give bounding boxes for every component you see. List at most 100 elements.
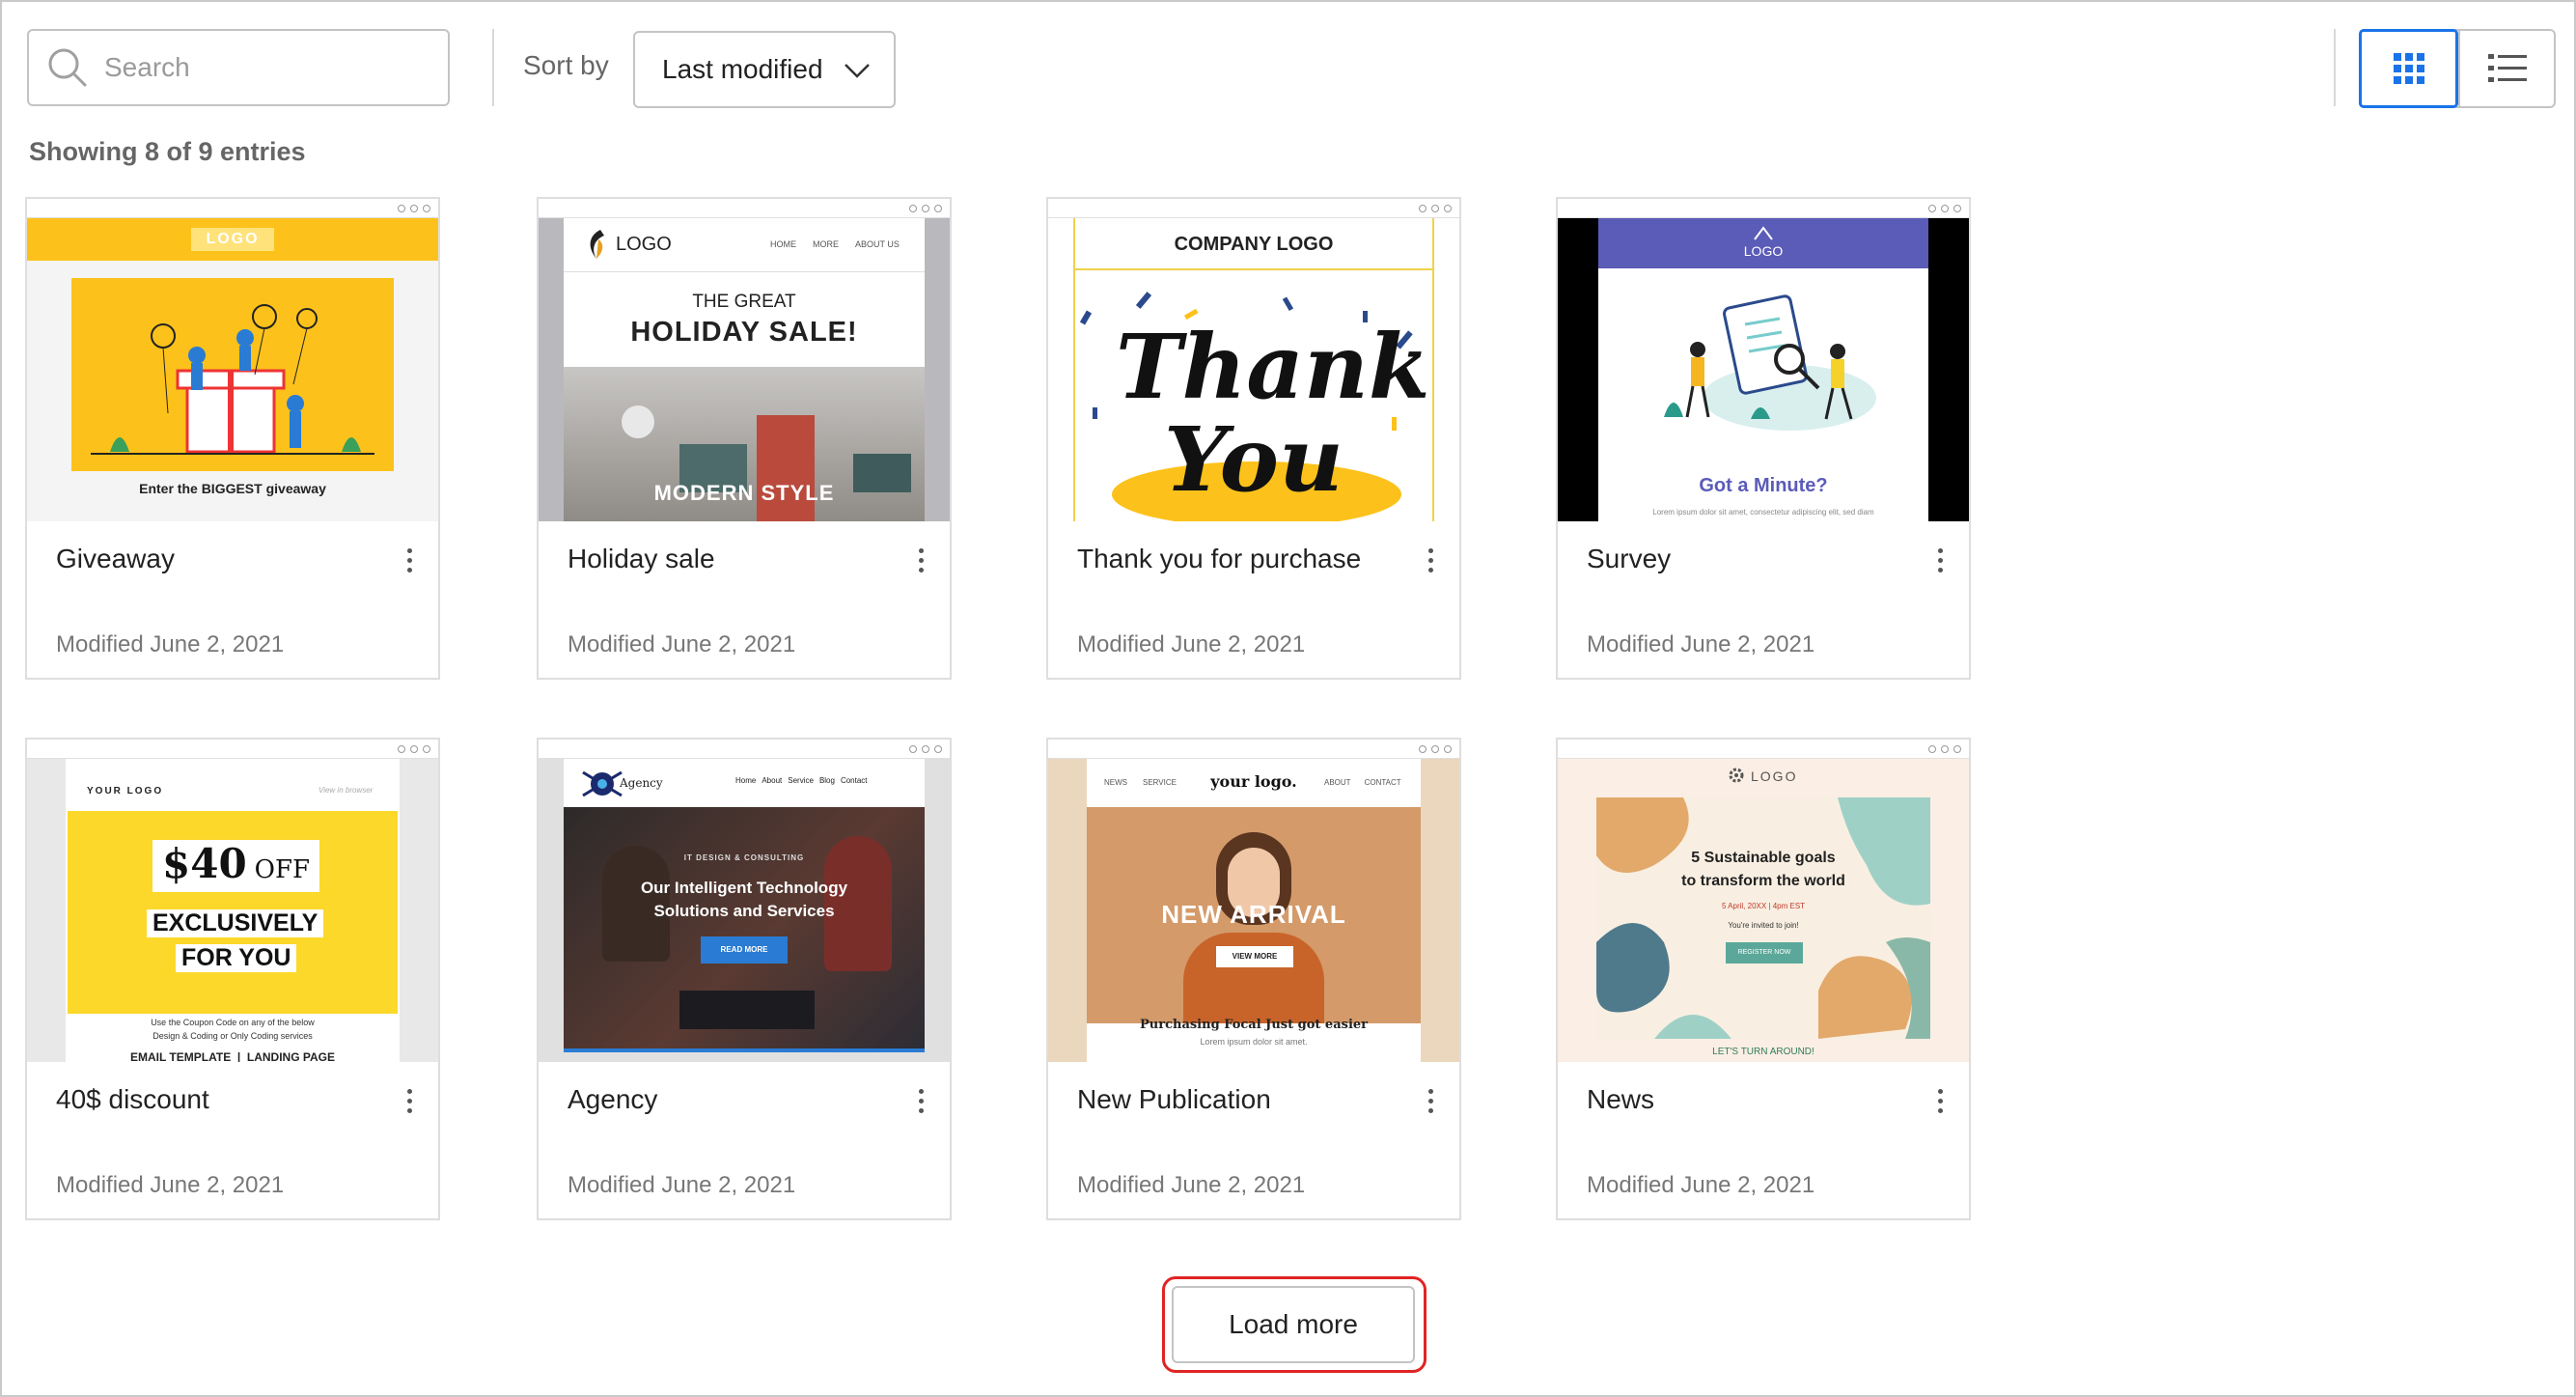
card-title[interactable]: Thank you for purchase xyxy=(1077,544,1361,574)
template-thumbnail[interactable]: Agency Home About Service Blog Contact I… xyxy=(539,740,950,1062)
preview-headline: NEW ARRIVAL xyxy=(1161,900,1346,929)
list-icon xyxy=(2487,54,2527,82)
preview-date: 5 April, 20XX | 4pm EST xyxy=(1721,902,1806,910)
preview-nav-item: Service xyxy=(788,776,814,785)
preview-line2: HOLIDAY SALE! xyxy=(630,317,858,348)
card-menu-icon[interactable] xyxy=(398,1079,421,1122)
template-thumbnail[interactable]: LOGO HOME MORE ABOUT US THE GREAT HOLIDA… xyxy=(539,199,950,521)
preview-nav-item: Contact xyxy=(840,776,868,785)
template-card[interactable]: LOGO Enter the BIGGEST giveaway Giveaway… xyxy=(25,197,440,680)
card-title[interactable]: News xyxy=(1587,1084,1654,1115)
sort-dropdown[interactable]: Last modified xyxy=(633,31,896,108)
preview-nav-item: CONTACT xyxy=(1364,778,1401,787)
card-title[interactable]: 40$ discount xyxy=(56,1084,209,1115)
template-card[interactable]: COMPANY LOGO Thank You Thank you for pur… xyxy=(1046,197,1461,680)
card-modified-date: Modified June 2, 2021 xyxy=(56,631,285,657)
app-frame: Sort by Last modified xyxy=(0,0,2576,1397)
preview-cta: READ MORE xyxy=(701,936,788,964)
preview-body: Lorem ipsum dolor sit amet, consectetur … xyxy=(1652,508,1874,517)
preview-nav-more: MORE xyxy=(813,239,839,249)
card-menu-icon[interactable] xyxy=(909,1079,932,1122)
template-thumbnail[interactable]: NEWS SERVICE your logo. ABOUT CONTACT NE… xyxy=(1048,740,1459,1062)
list-view-button[interactable] xyxy=(2458,31,2554,106)
template-thumbnail[interactable]: LOGO Enter the BIGGEST giveaway xyxy=(27,199,438,521)
template-thumbnail[interactable]: LOGO 5 Sustainable goals to transform th… xyxy=(1558,740,1969,1062)
preview-hero xyxy=(71,278,394,471)
template-thumbnail[interactable]: YOUR LOGO View in browser $40 OFF EXCLUS… xyxy=(27,740,438,1062)
preview-word-thank: Thank xyxy=(1116,315,1430,419)
preview-headline: Got a Minute? xyxy=(1699,475,1828,496)
card-title[interactable]: Giveaway xyxy=(56,544,175,574)
preview-banner: MODERN STYLE xyxy=(653,481,835,505)
preview-line1: Our Intelligent Technology xyxy=(640,879,848,897)
grid-view-button[interactable] xyxy=(2359,29,2458,108)
preview-nav: Home About Service Blog Contact xyxy=(735,776,868,785)
template-thumbnail[interactable]: LOGO Got a Minute? Lorem ipsum dolor sit… xyxy=(1558,199,1969,521)
card-title[interactable]: Survey xyxy=(1587,544,1671,574)
preview-logo: LOGO xyxy=(1743,243,1784,259)
card-menu-icon[interactable] xyxy=(909,539,932,581)
search-box[interactable] xyxy=(27,29,450,106)
card-modified-date: Modified June 2, 2021 xyxy=(1587,631,1815,657)
preview-invite: You're invited to join! xyxy=(1728,921,1799,930)
preview-body2: Design & Coding or Only Coding services xyxy=(152,1031,313,1041)
preview-line2: Solutions and Services xyxy=(653,902,835,920)
card-modified-date: Modified June 2, 2021 xyxy=(568,1172,796,1198)
preview-footer: EMAIL TEMPLATE | LANDING PAGE xyxy=(129,1050,336,1062)
window-dots-icon xyxy=(1928,745,1961,753)
card-menu-icon[interactable] xyxy=(1928,539,1952,581)
preview-cta: VIEW MORE xyxy=(1216,946,1293,967)
card-modified-date: Modified June 2, 2021 xyxy=(1077,631,1306,657)
preview-line1: THE GREAT xyxy=(692,292,796,312)
toolbar-divider xyxy=(492,29,494,106)
preview-line1: 5 Sustainable goals xyxy=(1691,850,1836,866)
card-title[interactable]: Agency xyxy=(568,1084,657,1115)
card-menu-icon[interactable] xyxy=(1419,539,1442,581)
entries-count: Showing 8 of 9 entries xyxy=(29,137,306,166)
preview-window-bar xyxy=(539,740,950,759)
window-dots-icon xyxy=(1928,205,1961,212)
sort-value: Last modified xyxy=(662,54,823,84)
preview-logo: LOGO xyxy=(191,228,274,251)
view-toggle xyxy=(2359,29,2556,108)
preview-nav-about: ABOUT US xyxy=(855,239,900,249)
logo-triangle-icon xyxy=(1754,226,1773,240)
template-card[interactable]: YOUR LOGO View in browser $40 OFF EXCLUS… xyxy=(25,738,440,1220)
window-dots-icon xyxy=(398,745,430,753)
preview-nav-item: Blog xyxy=(818,776,835,785)
chevron-down-icon xyxy=(845,64,870,78)
template-card[interactable]: Agency Home About Service Blog Contact I… xyxy=(537,738,952,1220)
preview-view-link: View in browser xyxy=(319,786,374,795)
preview-logo: COMPANY LOGO xyxy=(1174,234,1334,255)
template-card[interactable]: NEWS SERVICE your logo. ABOUT CONTACT NE… xyxy=(1046,738,1461,1220)
toolbar-divider-right xyxy=(2334,29,2336,106)
preview-cta: REGISTER NOW xyxy=(1726,942,1803,964)
card-title[interactable]: Holiday sale xyxy=(568,544,715,574)
card-title[interactable]: New Publication xyxy=(1077,1084,1271,1115)
abstract-shapes-icon xyxy=(1596,797,1930,1039)
card-menu-icon[interactable] xyxy=(1928,1079,1952,1122)
template-thumbnail[interactable]: COMPANY LOGO Thank You xyxy=(1048,199,1459,521)
preview-off: OFF xyxy=(254,855,311,884)
template-card[interactable]: LOGO HOME MORE ABOUT US THE GREAT HOLIDA… xyxy=(537,197,952,680)
search-icon xyxy=(48,48,87,87)
preview-line2: FOR YOU xyxy=(176,944,297,972)
gift-illustration-icon xyxy=(91,304,374,455)
sort-label: Sort by xyxy=(523,50,609,80)
card-menu-icon[interactable] xyxy=(1419,1079,1442,1122)
preview-caption: Purchasing Focal Just got easier xyxy=(1140,1018,1368,1032)
template-card[interactable]: LOGO Got a Minute? Lorem ipsum dolor sit… xyxy=(1556,197,1971,680)
template-card[interactable]: LOGO 5 Sustainable goals to transform th… xyxy=(1556,738,1971,1220)
preview-word-you: You xyxy=(1164,407,1343,512)
preview-window-bar xyxy=(1558,199,1969,218)
preview-caption: Enter the BIGGEST giveaway xyxy=(139,481,326,496)
window-dots-icon xyxy=(1419,745,1452,753)
logo-swoosh-icon xyxy=(590,230,604,259)
preview-line2: to transform the world xyxy=(1681,873,1845,889)
card-menu-icon[interactable] xyxy=(398,539,421,581)
card-modified-date: Modified June 2, 2021 xyxy=(1077,1172,1306,1198)
load-more-button[interactable]: Load more xyxy=(1172,1286,1415,1363)
preview-nav-item: About xyxy=(762,776,783,785)
search-input[interactable] xyxy=(104,52,432,83)
preview-window-bar xyxy=(1048,199,1459,218)
